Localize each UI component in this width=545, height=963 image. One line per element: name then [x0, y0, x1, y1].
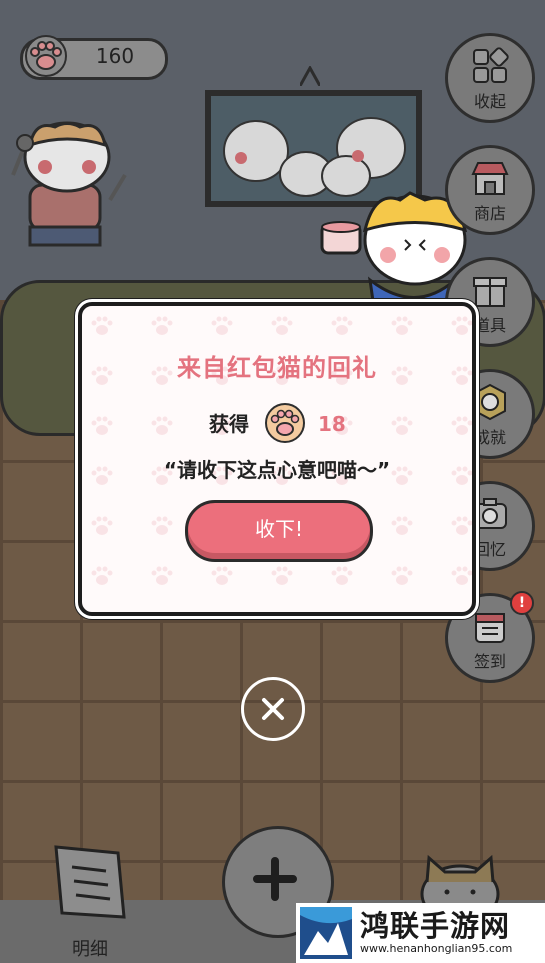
- paw-coin-icon: [25, 35, 67, 77]
- shop-label: 商店: [473, 204, 506, 223]
- ledger-paper-icon[interactable]: [48, 843, 132, 923]
- watermark-logo: [300, 907, 352, 959]
- gift-box-icon: [473, 277, 507, 307]
- detail-label[interactable]: 明细: [60, 935, 120, 961]
- collapse-menu-button[interactable]: 收起: [445, 33, 535, 123]
- picture-hook: [300, 66, 320, 86]
- paw-coin-value: 160: [95, 44, 135, 68]
- paw-coin-icon: [265, 403, 305, 443]
- dialog-message: “请收下这点心意吧喵～”: [163, 458, 391, 482]
- watermark-title: 鸿联手游网: [360, 909, 511, 943]
- close-button[interactable]: [241, 677, 305, 741]
- watermark-url: www.henanhonglian95.com: [360, 942, 513, 955]
- calendar-icon: [475, 613, 505, 643]
- check-in-label: 签到: [473, 652, 506, 671]
- shop-icon: [471, 162, 509, 195]
- cat-with-utensils-image: [11, 121, 127, 247]
- reward-dialog: 来自红包猫的回礼 获得 18 “请收下这点心意吧喵～” 收下!: [78, 302, 476, 616]
- reward-label: 获得: [209, 412, 249, 436]
- notification-badge: !: [510, 591, 534, 615]
- accept-button[interactable]: 收下!: [185, 500, 373, 562]
- collapse-label: 收起: [473, 92, 506, 111]
- collapse-grid-icon: [473, 47, 509, 83]
- shop-button[interactable]: 商店: [445, 145, 535, 235]
- dialog-title: 来自红包猫的回礼: [177, 354, 377, 382]
- close-icon: [262, 698, 284, 720]
- achievement-badge-icon: [474, 383, 506, 421]
- reward-amount: 18: [318, 412, 346, 436]
- camera-icon: [473, 498, 507, 529]
